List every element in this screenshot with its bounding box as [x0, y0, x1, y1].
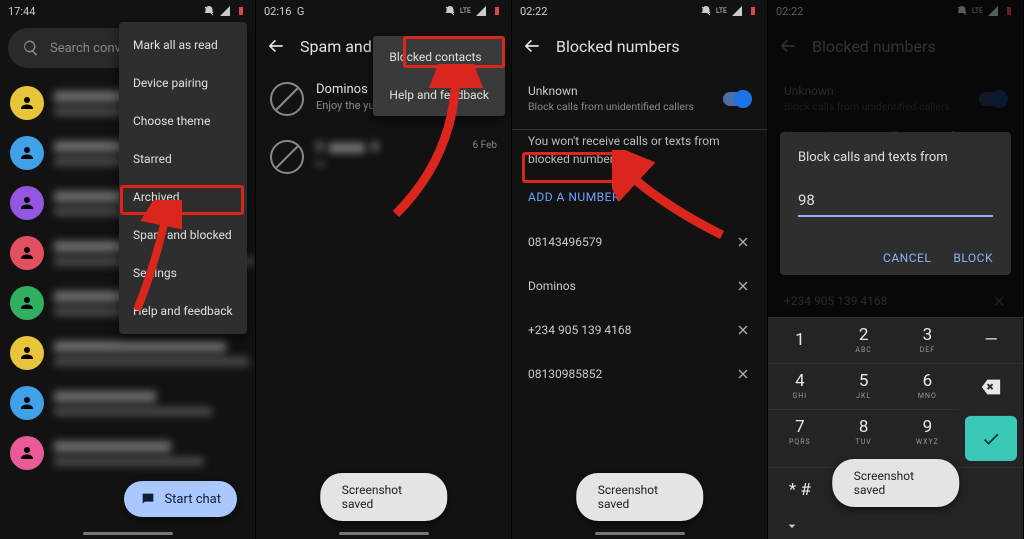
phone-spam: 02:16 G LTE Spam and blocked Dominos Enj…	[256, 0, 512, 539]
key-4[interactable]: 4GHI	[768, 363, 832, 409]
snackbar[interactable]: Screenshot saved	[576, 473, 704, 521]
status-icons: LTE	[444, 5, 503, 17]
snackbar[interactable]: Screenshot saved	[320, 473, 448, 521]
block-dialog: Block calls and texts from CANCEL BLOCK	[780, 132, 1011, 275]
conversation-preview	[54, 341, 245, 366]
phone-blocked: 02:22 LTE Blocked numbers Unknown Block …	[512, 0, 768, 539]
blocked-row: +234 905 139 4168	[512, 308, 767, 352]
status-icons: LTE	[700, 5, 759, 17]
clock: 17:44	[8, 5, 35, 18]
unknown-label: Unknown	[528, 84, 694, 98]
key-backspace[interactable]	[959, 363, 1023, 409]
key-9[interactable]: 9WXYZ	[896, 409, 960, 455]
conversation-row[interactable]	[0, 378, 255, 428]
remove-icon[interactable]	[735, 322, 751, 338]
menu-item-mark-all-as-read[interactable]: Mark all as read	[119, 26, 247, 64]
key-6[interactable]: 6MNO	[896, 363, 960, 409]
header: Blocked numbers	[512, 22, 767, 70]
back-icon[interactable]	[522, 36, 542, 56]
snackbar-text: Screenshot saved	[854, 469, 914, 497]
blocked-row: 08130985852	[512, 352, 767, 396]
start-chat-fab[interactable]: Start chat	[124, 481, 237, 517]
remove-icon[interactable]	[735, 234, 751, 250]
status-extra: G	[297, 5, 305, 18]
status-bar: 02:22 LTE	[512, 0, 767, 22]
blocked-number: 08143496579	[528, 235, 602, 249]
avatar	[10, 186, 44, 220]
key-3[interactable]: 3DEF	[896, 317, 960, 363]
unknown-toggle-row[interactable]: Unknown Block calls from unidentified ca…	[512, 70, 767, 127]
key-8[interactable]: 8TUV	[832, 409, 896, 455]
avatar	[10, 136, 44, 170]
clock: 02:22	[520, 5, 547, 18]
avatar	[10, 286, 44, 320]
status-icons	[203, 5, 247, 17]
toggle-switch[interactable]	[723, 92, 751, 106]
avatar	[10, 236, 44, 270]
conversation-preview	[54, 391, 245, 416]
block-icon	[270, 140, 304, 174]
key-sym[interactable]: * #	[768, 467, 832, 513]
conversation-row[interactable]	[0, 428, 255, 478]
key-7[interactable]: 7PQRS	[768, 409, 832, 455]
avatar	[10, 86, 44, 120]
key-sym[interactable]: —	[959, 317, 1023, 363]
search-icon	[22, 39, 40, 57]
status-bar: 02:16 G LTE	[256, 0, 511, 22]
number-input[interactable]	[798, 189, 993, 217]
avatar	[10, 386, 44, 420]
remove-icon[interactable]	[735, 278, 751, 294]
clock: 02:16	[264, 5, 291, 18]
arrow-icon	[122, 200, 182, 320]
key-2[interactable]: 2ABC	[832, 317, 896, 363]
cancel-button[interactable]: CANCEL	[883, 251, 931, 265]
back-icon[interactable]	[266, 36, 286, 56]
key-done[interactable]	[965, 415, 1017, 461]
dialog-title: Block calls and texts from	[798, 150, 993, 165]
nav-bar[interactable]	[595, 532, 685, 535]
fab-label: Start chat	[164, 492, 221, 507]
snackbar-text: Screenshot saved	[598, 483, 658, 511]
remove-icon[interactable]	[735, 366, 751, 382]
phone-dialog: 02:22 LTE Blocked numbers Unknown Block …	[768, 0, 1024, 539]
status-bar: 17:44	[0, 0, 255, 22]
blocked-number: Dominos	[528, 279, 576, 293]
snackbar-text: Screenshot saved	[342, 483, 402, 511]
menu-item-choose-theme[interactable]: Choose theme	[119, 102, 247, 140]
block-icon	[270, 82, 304, 116]
blocked-number: +234 905 139 4168	[528, 323, 631, 337]
conversation-preview	[54, 441, 245, 466]
key-blank	[959, 467, 1023, 513]
conversation-row[interactable]	[0, 328, 255, 378]
chat-icon	[140, 491, 156, 507]
avatar	[10, 336, 44, 370]
nav-bar[interactable]	[83, 532, 173, 535]
key-1[interactable]: 1	[768, 317, 832, 363]
menu-item-device-pairing[interactable]: Device pairing	[119, 64, 247, 102]
block-button[interactable]: BLOCK	[953, 251, 993, 265]
avatar	[10, 436, 44, 470]
blocked-number: 08130985852	[528, 367, 602, 381]
phone-messages: 17:44 Search conversations	[0, 0, 256, 539]
snackbar[interactable]: Screenshot saved	[832, 459, 960, 507]
menu-item-starred[interactable]: Starred	[119, 140, 247, 178]
header-title: Blocked numbers	[556, 37, 680, 56]
arrow-icon	[386, 64, 496, 224]
blocked-row: Dominos	[512, 264, 767, 308]
keypad-collapse[interactable]	[768, 513, 1023, 539]
key-5[interactable]: 5JKL	[832, 363, 896, 409]
arrow-icon	[612, 150, 732, 250]
nav-bar[interactable]	[339, 532, 429, 535]
unknown-sub: Block calls from unidentified callers	[528, 100, 694, 113]
